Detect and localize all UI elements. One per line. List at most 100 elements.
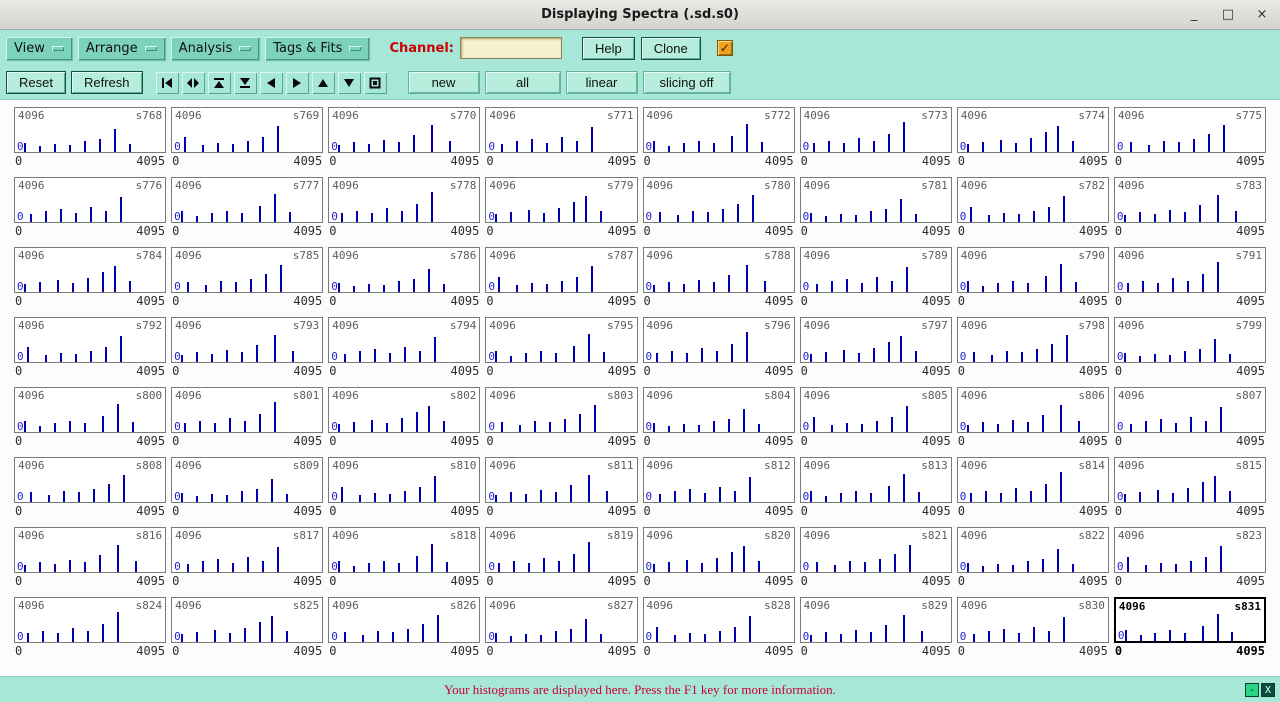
spectrum-tile[interactable]: 4096 s802 0 0 4095	[328, 387, 480, 457]
spectrum-tile[interactable]: 4096 s768 0 0 4095	[14, 107, 166, 177]
spectrum-tile[interactable]: 4096 s803 0 0 4095	[485, 387, 637, 457]
spectrum-tile[interactable]: 4096 s806 0 0 4095	[957, 387, 1109, 457]
spectrum-tile[interactable]: 4096 s787 0 0 4095	[485, 247, 637, 317]
spectrum-tile[interactable]: 4096 s822 0 0 4095	[957, 527, 1109, 597]
spectrum-tile[interactable]: 4096 s788 0 0 4095	[643, 247, 795, 317]
menu-arrange[interactable]: Arrange	[78, 37, 165, 60]
spectrum-tile[interactable]: 4096 s777 0 0 4095	[171, 177, 323, 247]
fullscreen-icon[interactable]	[364, 72, 387, 94]
spectrum-tile[interactable]: 4096 s826 0 0 4095	[328, 597, 480, 667]
spectrum-tile[interactable]: 4096 s823 0 0 4095	[1114, 527, 1266, 597]
spectrum-tile[interactable]: 4096 s820 0 0 4095	[643, 527, 795, 597]
spectrum-tile[interactable]: 4096 s782 0 0 4095	[957, 177, 1109, 247]
y-max-label: 4096	[1118, 249, 1145, 262]
spectrum-tile[interactable]: 4096 s796 0 0 4095	[643, 317, 795, 387]
spectrum-tile[interactable]: 4096 s812 0 0 4095	[643, 457, 795, 527]
linear-button[interactable]: linear	[566, 71, 638, 94]
reset-button[interactable]: Reset	[6, 71, 66, 94]
spectrum-tile[interactable]: 4096 s829 0 0 4095	[800, 597, 952, 667]
spectrum-tile[interactable]: 4096 s825 0 0 4095	[171, 597, 323, 667]
spectrum-tile[interactable]: 4096 s809 0 0 4095	[171, 457, 323, 527]
go-up-icon[interactable]	[312, 72, 335, 94]
all-button[interactable]: all	[485, 71, 561, 94]
spectrum-plot: 4096 s800 0	[14, 387, 166, 433]
go-right-icon[interactable]	[286, 72, 309, 94]
spectrum-tile[interactable]: 4096 s785 0 0 4095	[171, 247, 323, 317]
menu-tags-fits[interactable]: Tags & Fits	[265, 37, 369, 60]
go-bottom-icon[interactable]	[234, 72, 257, 94]
spectrum-tile[interactable]: 4096 s808 0 0 4095	[14, 457, 166, 527]
spectrum-tile[interactable]: 4096 s783 0 0 4095	[1114, 177, 1266, 247]
spectrum-plot: 4096 s792 0	[14, 317, 166, 363]
spectrum-tile[interactable]: 4096 s813 0 0 4095	[800, 457, 952, 527]
maximize-icon[interactable]: □	[1220, 7, 1236, 22]
menu-analysis[interactable]: Analysis	[171, 37, 260, 60]
spectrum-tile[interactable]: 4096 s773 0 0 4095	[800, 107, 952, 177]
spectrum-tile[interactable]: 4096 s810 0 0 4095	[328, 457, 480, 527]
status-close-icon[interactable]: X	[1261, 683, 1275, 697]
spectrum-tile[interactable]: 4096 s794 0 0 4095	[328, 317, 480, 387]
close-icon[interactable]: ×	[1254, 7, 1270, 22]
display-checkbox[interactable]: ✓	[717, 40, 733, 56]
spectrum-tile[interactable]: 4096 s804 0 0 4095	[643, 387, 795, 457]
spectrum-tile[interactable]: 4096 s780 0 0 4095	[643, 177, 795, 247]
spectrum-tile[interactable]: 4096 s815 0 0 4095	[1114, 457, 1266, 527]
spectrum-tile[interactable]: 4096 s778 0 0 4095	[328, 177, 480, 247]
spectrum-tile[interactable]: 4096 s805 0 0 4095	[800, 387, 952, 457]
minimize-icon[interactable]: _	[1186, 7, 1202, 22]
spectrum-tile[interactable]: 4096 s791 0 0 4095	[1114, 247, 1266, 317]
spectrum-tile[interactable]: 4096 s770 0 0 4095	[328, 107, 480, 177]
spectrum-tile[interactable]: 4096 s779 0 0 4095	[485, 177, 637, 247]
spectrum-plot: 4096 s785 0	[171, 247, 323, 293]
spectrum-tile[interactable]: 4096 s831 0 0 4095	[1114, 597, 1266, 667]
spectrum-tile[interactable]: 4096 s821 0 0 4095	[800, 527, 952, 597]
spectrum-tile[interactable]: 4096 s801 0 0 4095	[171, 387, 323, 457]
spectrum-tile[interactable]: 4096 s814 0 0 4095	[957, 457, 1109, 527]
refresh-button[interactable]: Refresh	[71, 71, 143, 94]
spectrum-tile[interactable]: 4096 s819 0 0 4095	[485, 527, 637, 597]
spectrum-tile[interactable]: 4096 s818 0 0 4095	[328, 527, 480, 597]
spectrum-tile[interactable]: 4096 s789 0 0 4095	[800, 247, 952, 317]
spectrum-tile[interactable]: 4096 s824 0 0 4095	[14, 597, 166, 667]
spectrum-tile[interactable]: 4096 s800 0 0 4095	[14, 387, 166, 457]
spectrum-tile[interactable]: 4096 s790 0 0 4095	[957, 247, 1109, 317]
go-first-icon[interactable]	[156, 72, 179, 94]
spectrum-tile[interactable]: 4096 s774 0 0 4095	[957, 107, 1109, 177]
spectrum-tile[interactable]: 4096 s792 0 0 4095	[14, 317, 166, 387]
spectrum-tile[interactable]: 4096 s811 0 0 4095	[485, 457, 637, 527]
x-min-label: 0	[1115, 434, 1122, 448]
expand-horizontal-icon[interactable]	[182, 72, 205, 94]
spectrum-tile[interactable]: 4096 s830 0 0 4095	[957, 597, 1109, 667]
spectrum-tile[interactable]: 4096 s776 0 0 4095	[14, 177, 166, 247]
spectrum-tile[interactable]: 4096 s784 0 0 4095	[14, 247, 166, 317]
slicing-button[interactable]: slicing off	[643, 71, 731, 94]
spectrum-tile[interactable]: 4096 s769 0 0 4095	[171, 107, 323, 177]
spectrum-tile[interactable]: 4096 s816 0 0 4095	[14, 527, 166, 597]
channel-input[interactable]	[460, 37, 562, 59]
y-max-label: 4096	[332, 529, 359, 542]
new-button[interactable]: new	[408, 71, 480, 94]
spectrum-tile[interactable]: 4096 s799 0 0 4095	[1114, 317, 1266, 387]
spectrum-tile[interactable]: 4096 s807 0 0 4095	[1114, 387, 1266, 457]
go-top-icon[interactable]	[208, 72, 231, 94]
help-button[interactable]: Help	[582, 37, 635, 60]
spectrum-id-label: s790	[1078, 249, 1105, 262]
spectrum-tile[interactable]: 4096 s771 0 0 4095	[485, 107, 637, 177]
spectrum-tile[interactable]: 4096 s781 0 0 4095	[800, 177, 952, 247]
clone-button[interactable]: Clone	[641, 37, 701, 60]
spectrum-tile[interactable]: 4096 s795 0 0 4095	[485, 317, 637, 387]
spectrum-tile[interactable]: 4096 s786 0 0 4095	[328, 247, 480, 317]
go-down-icon[interactable]	[338, 72, 361, 94]
spectrum-tile[interactable]: 4096 s772 0 0 4095	[643, 107, 795, 177]
spectrum-tile[interactable]: 4096 s827 0 0 4095	[485, 597, 637, 667]
go-left-icon[interactable]	[260, 72, 283, 94]
spectrum-tile[interactable]: 4096 s817 0 0 4095	[171, 527, 323, 597]
spectrum-tile[interactable]: 4096 s798 0 0 4095	[957, 317, 1109, 387]
spectrum-tile[interactable]: 4096 s775 0 0 4095	[1114, 107, 1266, 177]
status-minimize-icon[interactable]: -	[1245, 683, 1259, 697]
menu-view[interactable]: View	[6, 37, 72, 60]
x-axis-labels: 0 4095	[1114, 223, 1266, 238]
spectrum-tile[interactable]: 4096 s793 0 0 4095	[171, 317, 323, 387]
spectrum-tile[interactable]: 4096 s828 0 0 4095	[643, 597, 795, 667]
spectrum-tile[interactable]: 4096 s797 0 0 4095	[800, 317, 952, 387]
